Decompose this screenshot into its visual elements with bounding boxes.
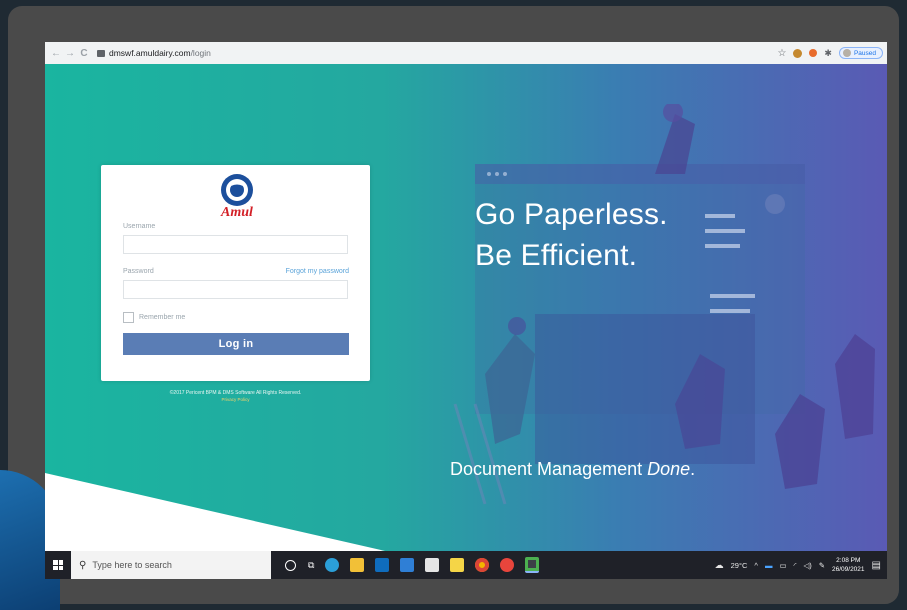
extension-icon[interactable]	[809, 49, 818, 57]
profile-paused-button[interactable]: Paused	[838, 47, 883, 59]
sticky-notes-icon[interactable]	[450, 558, 465, 572]
chevron-up-icon[interactable]: ^	[754, 561, 758, 570]
chrome-profile-icon[interactable]	[500, 558, 515, 572]
clock-time: 2:08 PM	[836, 557, 861, 564]
notifications-icon[interactable]: ▤	[872, 560, 881, 571]
lock-icon	[97, 49, 105, 57]
file-explorer-icon[interactable]	[350, 558, 365, 572]
chrome-active-icon[interactable]	[525, 557, 540, 573]
browser-toolbar: ← → C dmswf.amuldairy.com/login ☆ ✱ Paus…	[45, 42, 887, 65]
taskbar-search[interactable]: ⚲ Type here to search	[71, 551, 271, 579]
windows-logo-icon	[53, 560, 63, 570]
username-label: Username	[123, 223, 156, 230]
clock-date: 26/09/2021	[832, 566, 865, 573]
bookmark-star-icon[interactable]: ☆	[777, 48, 786, 59]
extensions-puzzle-icon[interactable]: ✱	[824, 48, 832, 59]
browser-actions: ☆ ✱ Paused	[777, 47, 887, 59]
back-button[interactable]: ←	[49, 48, 63, 59]
volume-icon[interactable]: ◁)	[803, 561, 811, 570]
tagline-emphasis: Done	[647, 459, 691, 479]
amul-emblem-icon	[221, 174, 253, 206]
tagline-prefix: Document Management	[450, 459, 648, 479]
login-card: Amul Username Password Forgot my passwor…	[101, 165, 370, 381]
forgot-password-link[interactable]: Forgot my password	[286, 268, 349, 275]
battery-icon[interactable]: ▭	[779, 561, 786, 570]
tagline-suffix: .	[690, 459, 696, 479]
hero-heading-line2: Be Efficient.	[475, 239, 638, 272]
weather-cloud-icon[interactable]: ☁	[715, 560, 724, 571]
login-page: Go Paperless. Be Efficient. Document Man…	[45, 64, 887, 551]
start-button[interactable]	[45, 551, 71, 579]
copyright-text: ©2017 Pericent BPM & DMS Software All Ri…	[169, 390, 302, 396]
password-label: Password	[123, 268, 154, 275]
store-icon[interactable]	[425, 558, 440, 572]
chrome-icon[interactable]	[475, 558, 490, 572]
amul-logo: Amul	[213, 173, 261, 221]
taskbar-search-placeholder: Type here to search	[92, 560, 172, 570]
remember-me[interactable]: Remember me	[123, 312, 185, 323]
office-illustration	[453, 104, 875, 505]
avatar	[842, 49, 851, 57]
onedrive-icon[interactable]: ▬	[765, 561, 773, 570]
username-input[interactable]	[123, 235, 348, 254]
extension-icon[interactable]	[793, 48, 803, 58]
paused-label: Paused	[853, 49, 876, 57]
remember-me-label: Remember me	[139, 314, 186, 321]
hero-heading-line1: Go Paperless.	[475, 198, 668, 231]
screen: ← → C dmswf.amuldairy.com/login ☆ ✱ Paus…	[45, 42, 887, 579]
edge-icon[interactable]	[325, 558, 340, 572]
login-button[interactable]: Log in	[123, 333, 349, 355]
outlook-icon[interactable]	[375, 558, 390, 572]
pen-icon[interactable]: ✎	[819, 561, 825, 570]
mail-icon[interactable]	[400, 558, 415, 572]
windows-taskbar: ⚲ Type here to search ⧉ ☁ 29°C ^ ▬ ▭ ◜ ◁…	[45, 551, 887, 579]
clock[interactable]: 2:08 PM 26/09/2021	[832, 556, 865, 574]
forward-button[interactable]: →	[63, 48, 77, 59]
url-host: dmswf.amuldairy.com	[109, 48, 191, 58]
network-icon[interactable]: ◜	[794, 561, 797, 570]
amul-wordmark: Amul	[221, 205, 253, 220]
task-view-icon[interactable]: ⧉	[308, 560, 314, 571]
privacy-policy-link[interactable]: Privacy Policy	[101, 397, 370, 402]
remember-me-checkbox[interactable]	[123, 312, 134, 323]
cortana-icon[interactable]	[285, 559, 296, 571]
weather-temp[interactable]: 29°C	[731, 561, 748, 570]
password-input[interactable]	[123, 280, 348, 299]
reload-button[interactable]: C	[77, 48, 91, 59]
search-icon: ⚲	[79, 559, 87, 571]
url-path: /login	[190, 48, 211, 58]
system-tray: ☁ 29°C ^ ▬ ▭ ◜ ◁) ✎ 2:08 PM 26/09/2021 ▤	[715, 556, 887, 574]
address-bar[interactable]: dmswf.amuldairy.com/login	[109, 48, 211, 58]
hero-tagline: Document Management Done.	[450, 459, 695, 480]
